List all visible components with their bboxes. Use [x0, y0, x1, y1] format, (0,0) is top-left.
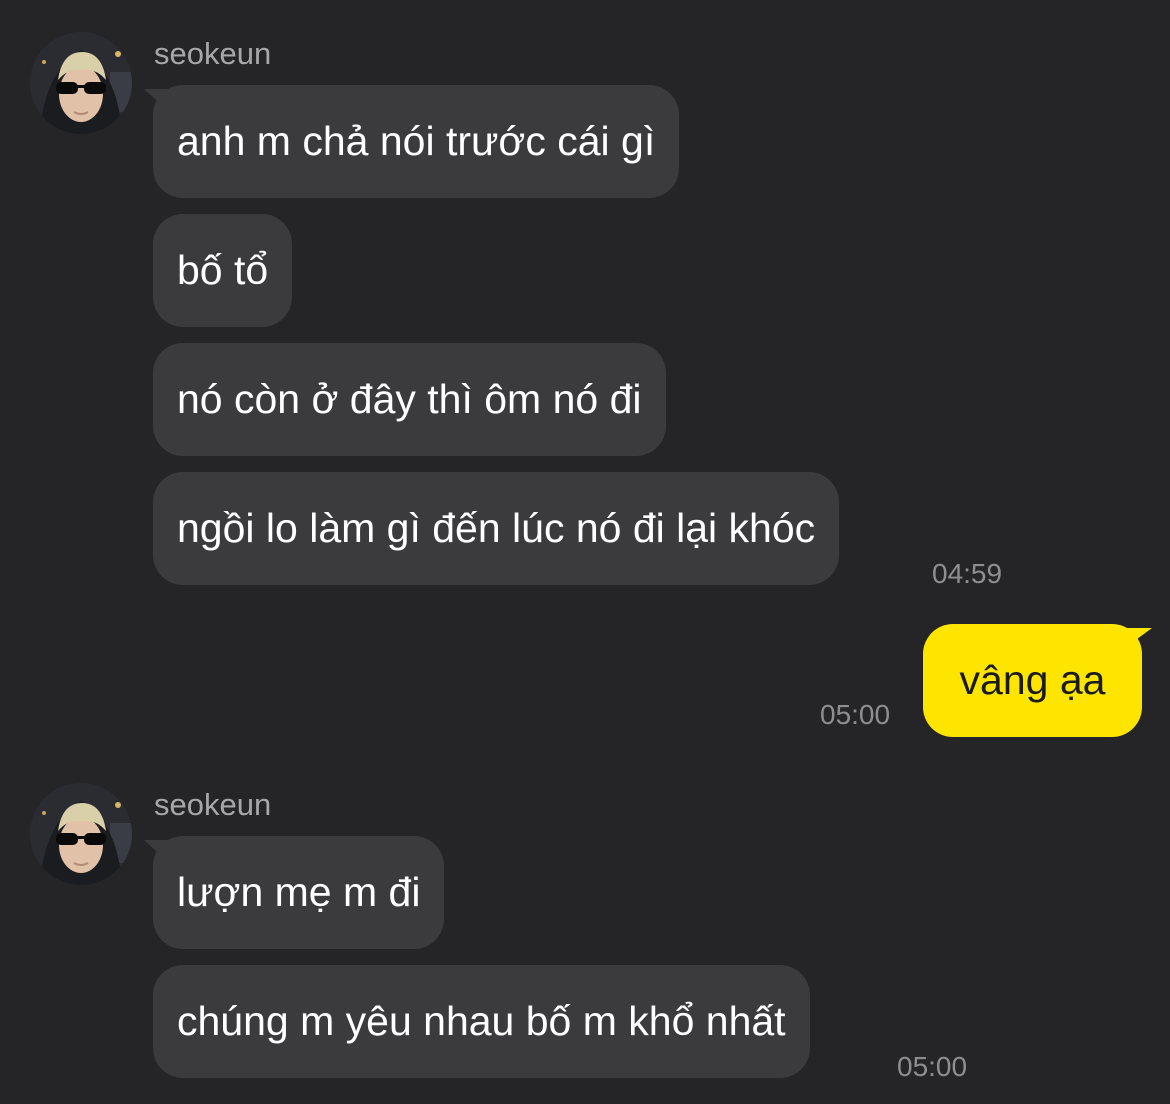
message-bubble[interactable]: lượn mẹ m đi	[153, 836, 445, 949]
message-timestamp: 05:00	[897, 1051, 968, 1082]
message-bubble[interactable]: bố tổ	[153, 214, 293, 327]
message-bubble[interactable]: chúng m yêu nhau bố m khổ nhất	[153, 965, 810, 1078]
sender-avatar[interactable]	[30, 783, 132, 885]
message-bubble[interactable]: ngồi lo làm gì đến lúc nó đi lại khóc	[153, 472, 840, 585]
outgoing-message-bubble[interactable]: vâng ạa	[923, 624, 1142, 737]
sender-name: seokeun	[154, 36, 272, 71]
avatar-photo	[30, 783, 132, 885]
avatar-photo	[30, 32, 132, 134]
message-timestamp: 05:00	[820, 699, 891, 730]
sender-name: seokeun	[154, 787, 272, 822]
sender-avatar[interactable]	[30, 32, 132, 134]
message-bubble[interactable]: nó còn ở đây thì ôm nó đi	[153, 343, 666, 456]
message-bubble[interactable]: anh m chả nói trước cái gì	[153, 85, 680, 198]
message-timestamp: 04:59	[932, 558, 1003, 589]
